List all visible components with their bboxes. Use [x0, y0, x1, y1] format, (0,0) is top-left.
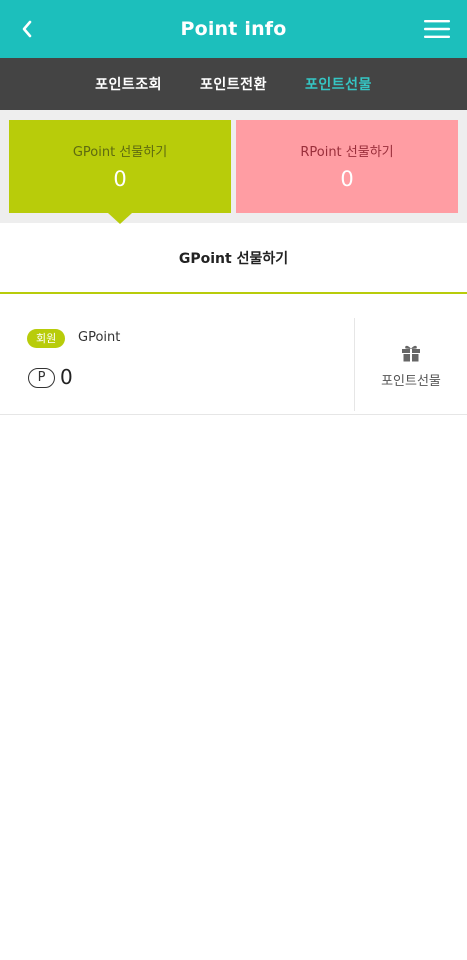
point-type-selector: GPoint 선물하기 0 RPoint 선물하기 0	[0, 110, 467, 224]
point-list-item: 회원 GPoint P 0 포인트선물	[0, 318, 467, 415]
point-gift-button[interactable]: 포인트선물	[355, 318, 467, 414]
section-title: GPoint 선물하기	[0, 223, 467, 294]
rpoint-gift-card[interactable]: RPoint 선물하기 0	[236, 120, 458, 213]
hamburger-menu-icon	[424, 20, 450, 38]
gpoint-card-value: 0	[113, 167, 127, 191]
point-gift-label: 포인트선물	[381, 373, 441, 389]
rpoint-card-label: RPoint 선물하기	[300, 145, 394, 160]
tab-point-inquiry[interactable]: 포인트조회	[95, 74, 162, 94]
rpoint-card-value: 0	[340, 167, 354, 191]
member-badge: 회원	[27, 329, 66, 348]
tab-point-conversion[interactable]: 포인트전환	[200, 74, 267, 94]
tab-point-gift[interactable]: 포인트선물	[305, 74, 372, 94]
menu-button[interactable]	[423, 18, 451, 40]
chevron-left-icon	[22, 20, 32, 38]
back-button[interactable]	[14, 17, 40, 41]
gift-icon	[402, 345, 420, 361]
tab-bar: 포인트조회 포인트전환 포인트선물	[0, 58, 467, 110]
point-balance: 0	[60, 365, 73, 389]
point-symbol-icon: P	[28, 368, 55, 388]
page-title: Point info	[180, 18, 287, 40]
gpoint-card-label: GPoint 선물하기	[72, 145, 168, 160]
point-name: GPoint	[78, 330, 121, 345]
gpoint-gift-card[interactable]: GPoint 선물하기 0	[9, 120, 231, 224]
top-app-bar: Point info	[0, 0, 467, 58]
